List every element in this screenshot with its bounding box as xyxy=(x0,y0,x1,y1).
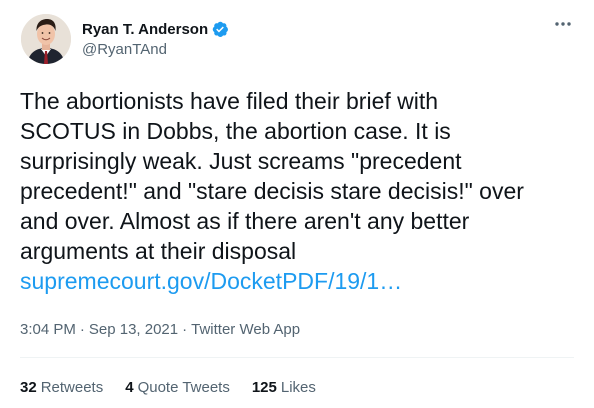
meta-separator-1: · xyxy=(79,321,85,338)
tweet-stats: 32 Retweets 4 Quote Tweets 125 Likes xyxy=(20,379,338,396)
tweet-text: The abortionists have filed their brief … xyxy=(20,88,524,264)
retweets-stat[interactable]: 32 Retweets xyxy=(20,379,103,396)
author-block: Ryan T. Anderson @RyanTAnd xyxy=(82,19,229,58)
avatar[interactable] xyxy=(21,14,71,64)
tweet-source-app[interactable]: Twitter Web App xyxy=(191,321,300,338)
tweet-body: The abortionists have filed their brief … xyxy=(20,86,580,296)
divider xyxy=(20,357,574,358)
likes-count: 125 xyxy=(251,379,277,396)
avatar-portrait-icon xyxy=(21,14,71,64)
likes-stat[interactable]: 125 Likes xyxy=(252,379,316,396)
tweet-header: Ryan T. Anderson @RyanTAnd xyxy=(21,14,573,66)
author-name-row: Ryan T. Anderson xyxy=(82,19,229,39)
retweets-label: Retweets xyxy=(40,379,104,396)
author-display-name[interactable]: Ryan T. Anderson xyxy=(82,21,208,38)
meta-separator-2: · xyxy=(182,321,188,338)
tweet-date[interactable]: Sep 13, 2021 xyxy=(89,321,178,338)
tweet-time[interactable]: 3:04 PM xyxy=(20,321,76,338)
quote-tweets-label: Quote Tweets xyxy=(137,379,230,396)
verified-badge-icon xyxy=(211,20,229,38)
quote-tweets-count: 4 xyxy=(125,379,134,396)
tweet-meta: 3:04 PM · Sep 13, 2021 · Twitter Web App xyxy=(20,321,300,338)
tweet-card: Ryan T. Anderson @RyanTAnd The abortioni… xyxy=(0,0,594,408)
author-handle[interactable]: @RyanTAnd xyxy=(82,41,229,58)
quote-tweets-stat[interactable]: 4 Quote Tweets xyxy=(125,379,230,396)
more-options-icon[interactable] xyxy=(553,14,573,34)
tweet-link[interactable]: supremecourt.gov/DocketPDF/19/1… xyxy=(20,266,580,296)
retweets-count: 32 xyxy=(20,379,37,396)
likes-label: Likes xyxy=(280,379,316,396)
